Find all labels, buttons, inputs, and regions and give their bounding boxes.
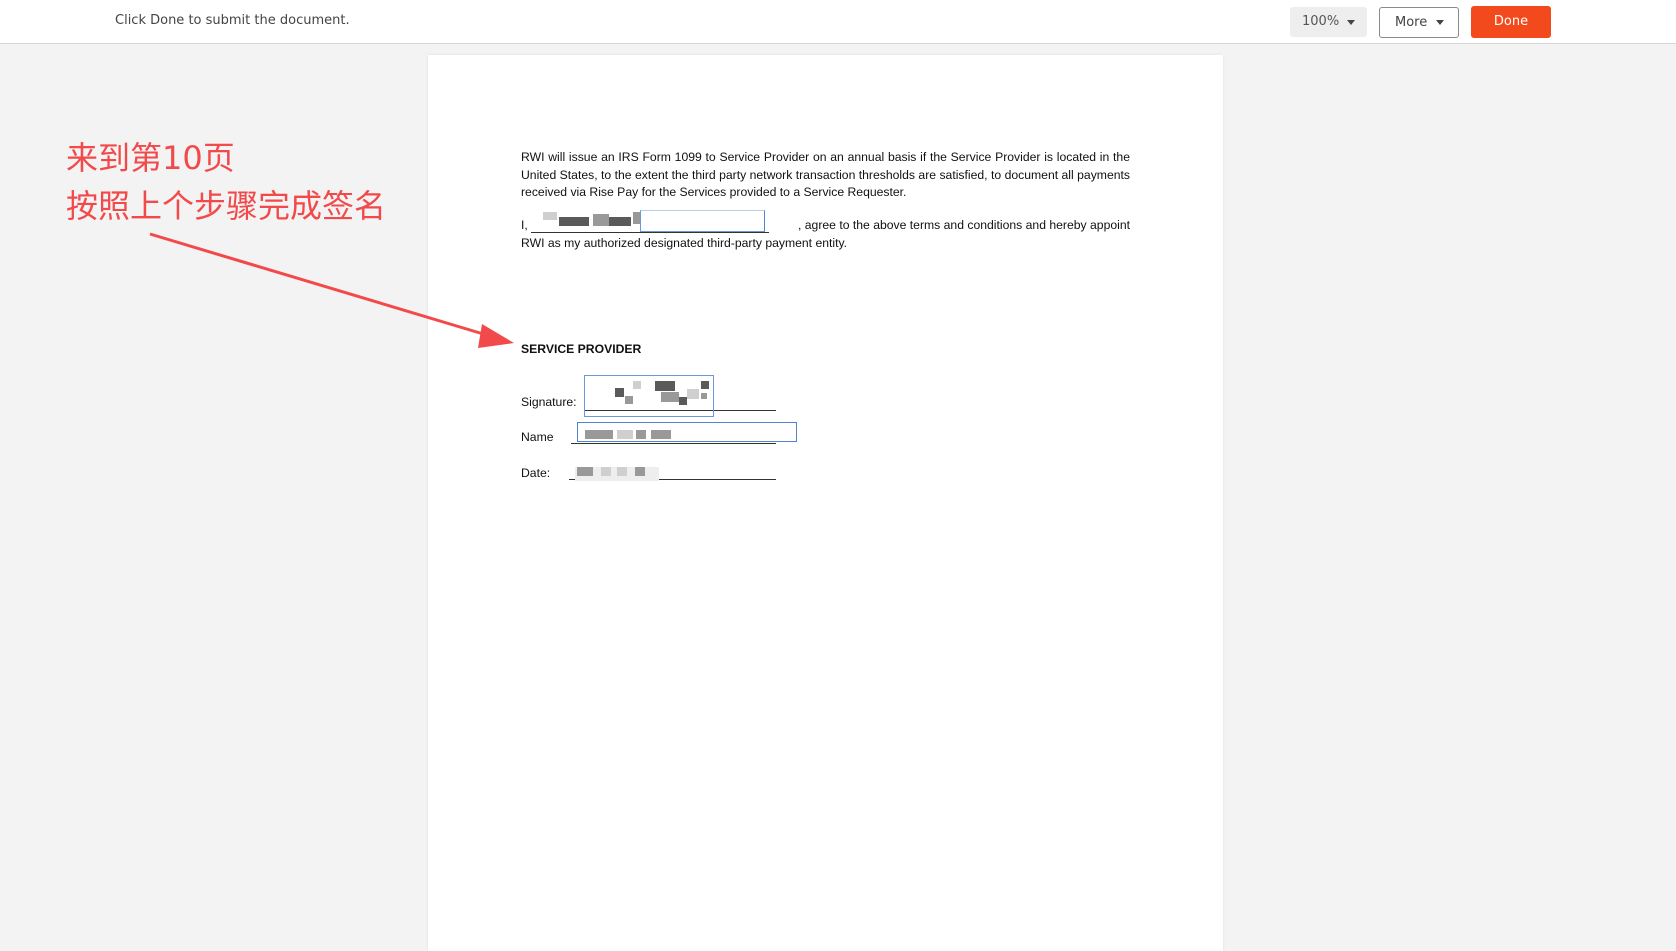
annotation-line2: 按照上个步骤完成签名 [66,187,387,225]
caret-down-icon [1347,20,1355,25]
terms-paragraph: RWI will issue an IRS Form 1099 to Servi… [521,150,1130,199]
redacted-text [559,217,589,226]
top-toolbar: Click Done to submit the document. 100% … [0,0,1676,44]
agreement-paragraph: I, , agree to the above terms and condit… [521,210,1130,252]
done-button[interactable]: Done [1471,6,1551,38]
signature-label: Signature: [521,395,577,409]
document-page: RWI will issue an IRS Form 1099 to Servi… [428,55,1223,951]
agreement-line2: RWI as my authorized designated third-pa… [521,235,848,250]
redacted-date [577,467,593,476]
annotation-line1: 来到第10页 [66,139,235,177]
service-provider-heading: SERVICE PROVIDER [521,342,642,356]
instruction-text: Click Done to submit the document. [115,13,350,28]
zoom-dropdown[interactable]: 100% [1290,7,1367,37]
instruction-annotation: 来到第10页 按照上个步骤完成签名 [66,134,386,230]
document-content: RWI will issue an IRS Form 1099 to Servi… [521,149,1130,481]
redacted-text [593,214,609,226]
redacted-date [617,467,627,476]
printed-name-input[interactable] [577,422,797,442]
redacted-date [601,467,611,476]
agreement-prefix: I, [521,218,528,232]
full-name-input[interactable] [640,210,765,232]
redacted-date [635,467,645,476]
redacted-text [543,212,557,220]
name-label: Name [521,430,554,444]
caret-down-icon [1436,20,1444,25]
printed-name-underline [571,443,776,444]
signature-field[interactable] [584,375,714,417]
more-dropdown-button[interactable]: More [1379,7,1459,38]
date-label: Date: [521,466,551,480]
agreement-suffix: , agree to the above terms and condition… [798,218,1130,232]
name-underline [531,232,769,233]
zoom-value: 100% [1302,14,1340,29]
more-label: More [1395,15,1428,30]
redacted-text [609,217,631,226]
